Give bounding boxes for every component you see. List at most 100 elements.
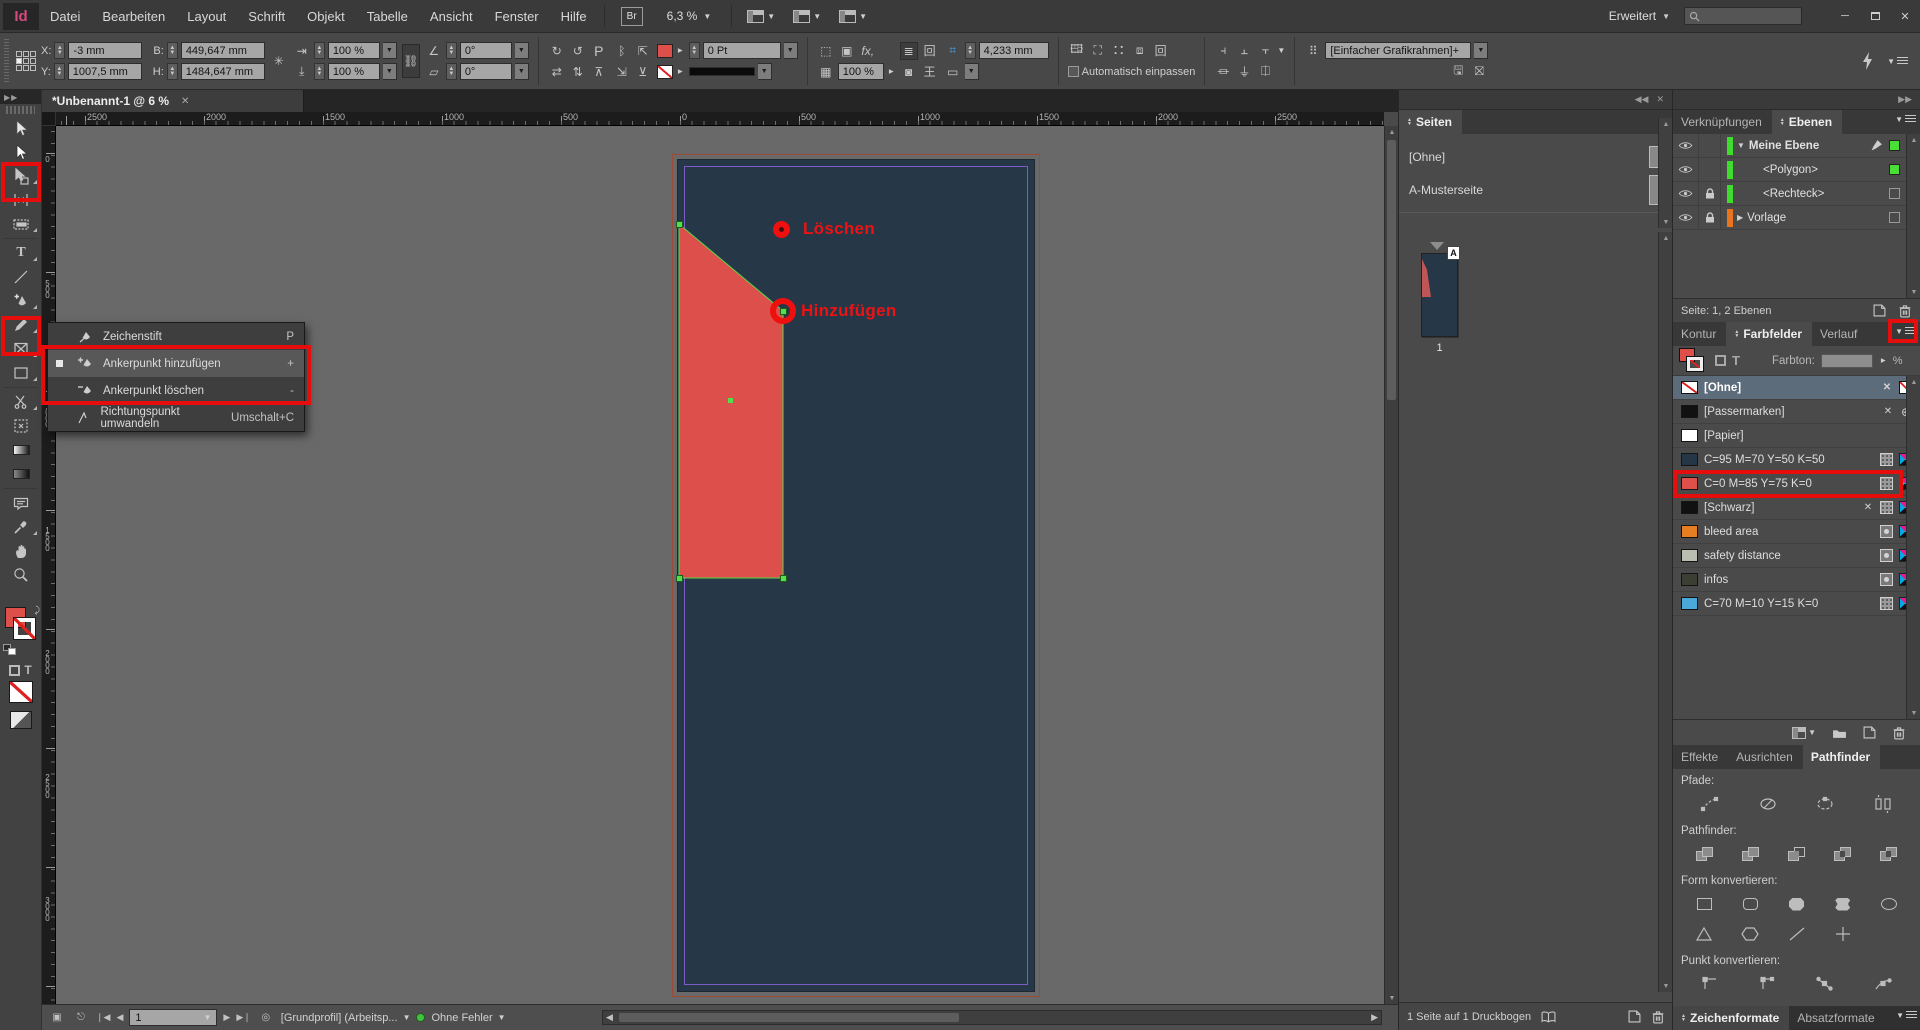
fill-color-swatch[interactable] (657, 44, 673, 58)
distribute-center-button[interactable]: ⏚ (1235, 63, 1253, 81)
expand-caret-icon[interactable]: ▼ (1737, 141, 1745, 150)
visibility-eye-icon[interactable] (1673, 158, 1699, 182)
search-input[interactable] (1684, 7, 1802, 25)
preflight-profile-dropdown[interactable]: [Grundprofil] (Arbeitsp... ▼ (281, 1012, 411, 1024)
opacity-field[interactable]: 100 % (838, 63, 884, 80)
menu-item-richtungspunkt-umwandeln[interactable]: Richtungspunkt umwandeln Umschalt+C (48, 404, 304, 431)
swatch-views-button[interactable]: ▼ (1792, 727, 1816, 739)
gradient-swatch-tool[interactable] (0, 438, 42, 462)
formatting-affects-text-button[interactable]: T (24, 663, 31, 677)
fit-frame-to-content-button[interactable]: 回 (1152, 42, 1170, 60)
select-content-button[interactable]: ⊼ (590, 63, 608, 81)
rectangle-tool[interactable] (0, 361, 42, 385)
width-spinner[interactable]: ▲▼ (167, 42, 178, 59)
page-1-thumbnail[interactable] (1421, 253, 1458, 337)
shear-spinner[interactable]: ▲▼ (446, 63, 457, 80)
zoom-level-dropdown[interactable]: 6,3 % ▼ (667, 9, 712, 23)
screen-mode-dropdown[interactable]: ▼ (839, 10, 867, 23)
page-number-field[interactable]: 1 ▼ (129, 1009, 217, 1026)
shear-dropdown[interactable]: ▼ (515, 63, 529, 80)
layers-panel-menu-button[interactable]: ▼ (1895, 115, 1916, 124)
formatting-affects-container-button[interactable] (1715, 355, 1726, 366)
content-collector-tool[interactable] (0, 212, 42, 236)
master-page-none[interactable]: [Ohne] (1399, 142, 1672, 172)
lock-cell-empty[interactable] (1699, 158, 1721, 182)
layer-name[interactable]: Vorlage (1747, 212, 1889, 224)
anchor-point-topleft[interactable] (676, 221, 683, 228)
scale-x-field[interactable]: 100 % (328, 42, 380, 59)
distribute-left-button[interactable]: ⏛ (1214, 63, 1232, 81)
trash-icon[interactable] (1651, 1010, 1665, 1024)
convert-to-line-button[interactable] (1773, 921, 1819, 947)
object-name[interactable]: <Rechteck> (1737, 188, 1889, 200)
close-panel-icon[interactable]: ✕ (1656, 94, 1664, 105)
apply-none-button[interactable] (9, 681, 33, 703)
pages-scrollbar[interactable]: ▲▼ (1658, 118, 1672, 228)
close-path-button[interactable] (1797, 791, 1855, 817)
swatch-row-cmyk-blue[interactable]: C=95 M=70 Y=50 K=50 (1673, 448, 1920, 472)
share-icon[interactable]: ⎋ (72, 1010, 90, 1026)
layer-row-polygon[interactable]: <Polygon> (1673, 158, 1920, 182)
scroll-right-icon[interactable]: ▶ (1371, 1012, 1378, 1023)
textwrap-jump-button[interactable]: 王 (921, 63, 939, 81)
direct-selection-tool[interactable] (0, 140, 42, 164)
visibility-eye-icon[interactable] (1673, 182, 1699, 206)
object-style-dropdown[interactable]: ▼ (1474, 42, 1488, 59)
menu-schrift[interactable]: Schrift (237, 0, 296, 33)
toolbar-collapse-button[interactable]: ▶▶ (0, 90, 41, 104)
swatches-scrollbar[interactable]: ▲▼ (1906, 376, 1920, 719)
rotate-ccw-button[interactable]: ↺ (569, 42, 587, 60)
align-flyout-arrow[interactable]: ▼ (1277, 46, 1285, 55)
width-field[interactable]: 449,647 mm (181, 42, 265, 59)
swatch-row-cmyk-cyan[interactable]: C=70 M=10 Y=15 K=0 (1673, 592, 1920, 616)
menu-fenster[interactable]: Fenster (484, 0, 550, 33)
new-swatch-icon[interactable] (1863, 726, 1876, 739)
page-tool[interactable] (0, 164, 42, 188)
convert-to-inverse-rounded-button[interactable] (1820, 891, 1866, 917)
workspace-switcher[interactable]: Erweitert ▼ (1609, 9, 1670, 23)
pages-thumb-scrollbar[interactable]: ▲▼ (1658, 232, 1672, 992)
align-right-button[interactable]: ⫟ (1256, 42, 1274, 60)
menu-item-zeichenstift[interactable]: Zeichenstift P (48, 323, 304, 350)
selection-tool[interactable] (0, 116, 42, 140)
tab-pathfinder[interactable]: Pathfinder (1803, 745, 1880, 769)
fit-content-button[interactable]: ⛚ (1110, 42, 1128, 60)
subtract-shapes-button[interactable] (1727, 841, 1773, 867)
formatting-affects-text-button[interactable]: T (1732, 353, 1740, 368)
exclude-overlap-button[interactable] (1820, 841, 1866, 867)
flip-horizontal-button[interactable]: ⇄ (548, 63, 566, 81)
object-name[interactable]: <Polygon> (1737, 164, 1889, 176)
tab-kontur[interactable]: Kontur (1673, 322, 1726, 346)
scroll-left-icon[interactable]: ◀ (606, 1012, 613, 1023)
menu-layout[interactable]: Layout (176, 0, 237, 33)
layer-row-rechteck[interactable]: <Rechteck> (1673, 182, 1920, 206)
fill-flyout-arrow[interactable]: ▼ (675, 47, 684, 55)
distribute-right-button[interactable]: ⎅ (1256, 63, 1274, 81)
expand-dock-icon[interactable]: ▶▶ (1898, 94, 1912, 105)
horizontal-scrollbar[interactable]: ◀ ▶ (602, 1010, 1382, 1025)
stroke-weight-field[interactable]: 0 Pt (703, 42, 781, 59)
convert-to-triangle-button[interactable] (1681, 921, 1727, 947)
vertical-ruler[interactable]: 0 500 1000 1500 2000 2500 3000 (42, 126, 56, 1004)
stroke-proxy-swatch[interactable] (14, 618, 35, 639)
controlbar-menu-button[interactable]: ▼ (1887, 57, 1908, 66)
tab-ebenen[interactable]: ▲▼ Ebenen (1772, 110, 1842, 134)
visibility-eye-icon[interactable] (1673, 134, 1699, 158)
tint-slider[interactable] (1821, 354, 1873, 368)
lock-icon[interactable] (1699, 182, 1721, 206)
swatch-row-cmyk-red[interactable]: C=0 M=85 Y=75 K=0 (1673, 472, 1920, 496)
stroke-flyout-arrow[interactable]: ▼ (675, 68, 684, 76)
select-previous-icon[interactable]: ⇱ (634, 42, 652, 60)
flip-vertical-button[interactable]: ⇅ (569, 63, 587, 81)
new-layer-icon[interactable] (1873, 304, 1886, 317)
zoom-tool[interactable] (0, 563, 42, 587)
swatch-row-ohne[interactable]: [Ohne] ✕ (1673, 376, 1920, 400)
stroke-weight-dropdown[interactable]: ▼ (784, 42, 798, 59)
opacity-flyout-arrow[interactable]: ▼ (886, 68, 895, 76)
stroke-style-dropdown[interactable]: ▼ (758, 63, 772, 80)
symmetrical-point-button[interactable] (1854, 971, 1912, 997)
vertical-scroll-thumb[interactable] (1387, 140, 1396, 400)
scissors-tool[interactable] (0, 390, 42, 414)
close-tab-icon[interactable]: ✕ (181, 96, 189, 107)
layers-scrollbar[interactable]: ▲▼ (1906, 134, 1920, 298)
